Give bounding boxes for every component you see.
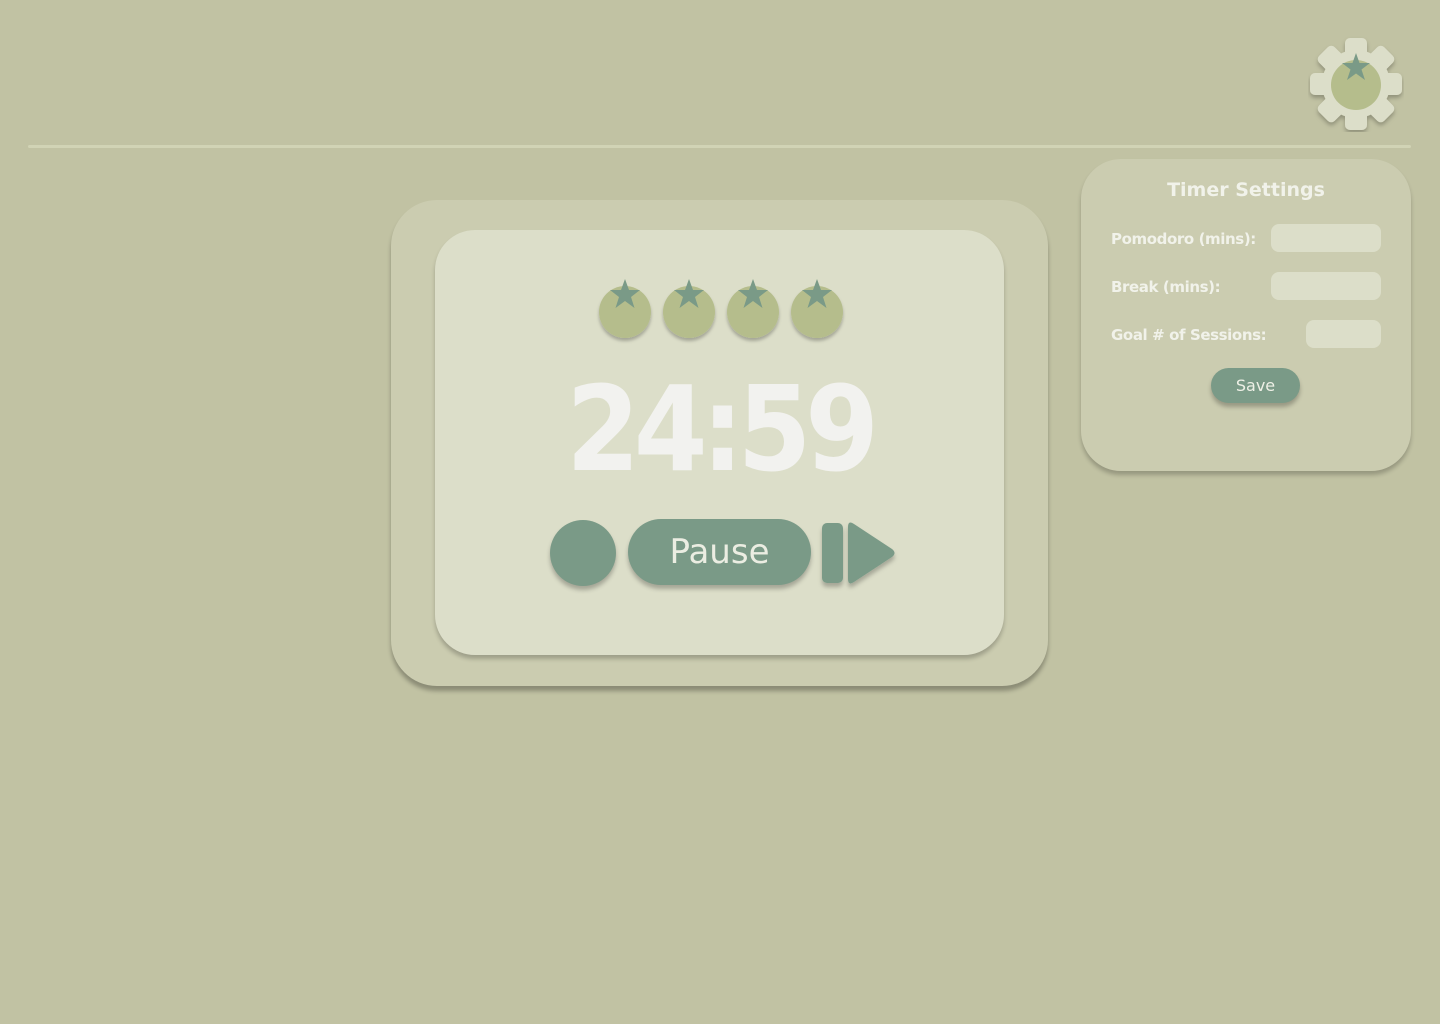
goal-sessions-label: Goal # of Sessions:	[1111, 326, 1267, 344]
tomato-icon	[789, 278, 845, 342]
break-label: Break (mins):	[1111, 278, 1221, 296]
timer-panel: 24:59 Pause	[435, 230, 1004, 655]
tomato-icon	[661, 278, 717, 342]
pause-button[interactable]: Pause	[628, 519, 811, 585]
save-button[interactable]: Save	[1211, 368, 1300, 403]
reset-button[interactable]	[550, 520, 616, 586]
timer-display: 24:59	[566, 360, 879, 498]
header-divider	[28, 145, 1411, 148]
settings-gear-icon[interactable]	[1308, 36, 1404, 132]
pomodoro-label: Pomodoro (mins):	[1111, 230, 1256, 248]
timer-settings-panel: Timer Settings Pomodoro (mins): Break (m…	[1081, 159, 1411, 471]
settings-title: Timer Settings	[1167, 179, 1325, 201]
tomato-icon	[725, 278, 781, 342]
skip-forward-icon[interactable]	[821, 522, 899, 586]
timer-card: 24:59 Pause	[391, 200, 1048, 686]
pomodoro-input[interactable]	[1271, 224, 1381, 252]
timer-controls: Pause	[435, 518, 1004, 588]
pomodoro-app: 24:59 Pause Timer Settings Pomodoro (min…	[0, 0, 1440, 1024]
tomato-icon	[597, 278, 653, 342]
session-tracker	[595, 278, 845, 344]
break-input[interactable]	[1271, 272, 1381, 300]
goal-sessions-input[interactable]	[1306, 320, 1381, 348]
